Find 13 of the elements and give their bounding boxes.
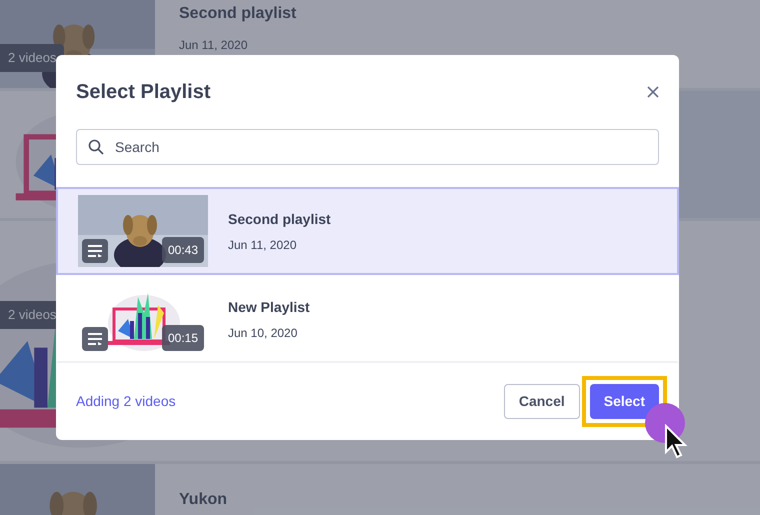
playlist-date: Jun 11, 2020 bbox=[228, 236, 298, 254]
playlist-date: Jun 10, 2020 bbox=[228, 324, 298, 342]
duration-badge: 00:15 bbox=[162, 325, 204, 351]
cancel-button[interactable]: Cancel bbox=[504, 384, 580, 419]
playlist-date: Jun 11, 2020 bbox=[179, 37, 249, 54]
select-button[interactable]: Select bbox=[590, 384, 659, 419]
search-field[interactable]: Search bbox=[76, 129, 659, 165]
playlist-title: Yukon bbox=[179, 490, 228, 510]
close-icon[interactable] bbox=[647, 86, 659, 98]
video-count-badge: 2 videos bbox=[0, 44, 64, 72]
playlist-title: New Playlist bbox=[228, 298, 310, 317]
playlist-title: Second playlist bbox=[179, 4, 296, 24]
playlist-title: Second playlist bbox=[228, 210, 331, 229]
